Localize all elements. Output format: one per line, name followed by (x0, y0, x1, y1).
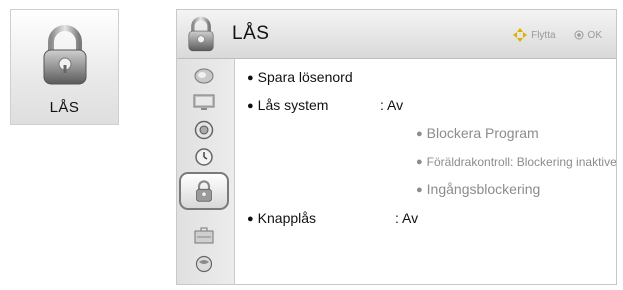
list-item-lock-system[interactable]: ● Lås system (247, 97, 328, 113)
clock-icon (195, 148, 213, 166)
sidebar-item-audio[interactable] (183, 119, 225, 141)
network-icon (195, 255, 213, 273)
list-item-block-program[interactable]: ● Blockera Program (416, 125, 539, 141)
ok-hint-label: OK (587, 29, 602, 41)
bullet-marker: ● (247, 100, 254, 112)
sidebar-item-network[interactable] (183, 253, 225, 275)
satellite-dish-icon (194, 68, 214, 84)
sidebar-item-option[interactable] (183, 225, 225, 247)
bullet-marker: ● (247, 213, 254, 225)
bullet-marker: ● (416, 156, 423, 168)
list-item-parental-control[interactable]: ● Föräldrakontroll: Blockering inaktivera… (416, 155, 617, 169)
panel-header: LÅS Flytta OK (177, 10, 616, 59)
lock-menu-tile[interactable]: LÅS (10, 9, 119, 125)
lock-icon (196, 180, 212, 202)
tv-screen-icon (193, 94, 215, 110)
key-lock-value: : Av (395, 210, 419, 226)
lock-icon (188, 16, 214, 52)
list-item-set-password[interactable]: ● Spara lösenord (247, 69, 353, 85)
tile-label: LÅS (49, 99, 80, 116)
speaker-icon (194, 120, 214, 140)
sidebar-item-channel[interactable] (183, 65, 225, 87)
lock-settings-panel: LÅS Flytta OK ● Spara lösenord ● Lås sys… (176, 9, 617, 285)
sidebar-item-lock[interactable] (179, 172, 229, 210)
lock-settings-list: ● Spara lösenord ● Lås system : Av ● Blocke… (234, 59, 616, 284)
lock-system-label: Lås system (257, 97, 329, 113)
key-lock-label: Knapplås (257, 210, 317, 226)
navigation-arrows-icon (513, 28, 528, 42)
parental-control-label: Föräldrakontroll: Blockering inaktiverad (426, 155, 617, 169)
list-item-input-block[interactable]: ● Ingångsblockering (416, 181, 540, 197)
navigation-hint: Flytta OK (513, 28, 602, 42)
sidebar-item-picture[interactable] (183, 91, 225, 113)
move-hint-label: Flytta (531, 29, 556, 41)
set-password-label: Spara lösenord (257, 69, 353, 85)
bullet-marker: ● (247, 72, 254, 84)
page-title: LÅS (232, 23, 270, 44)
bullet-marker: ● (416, 128, 423, 140)
lock-icon (43, 25, 87, 85)
input-block-label: Ingångsblockering (426, 181, 541, 197)
ok-button-icon (574, 30, 584, 40)
block-program-label: Blockera Program (426, 125, 539, 141)
list-item-key-lock[interactable]: ● Knapplås (247, 210, 316, 226)
toolbox-icon (194, 227, 214, 244)
bullet-marker: ● (416, 184, 423, 196)
lock-system-value: : Av (380, 97, 404, 113)
settings-sidebar (177, 59, 235, 284)
sidebar-item-time[interactable] (183, 146, 225, 168)
